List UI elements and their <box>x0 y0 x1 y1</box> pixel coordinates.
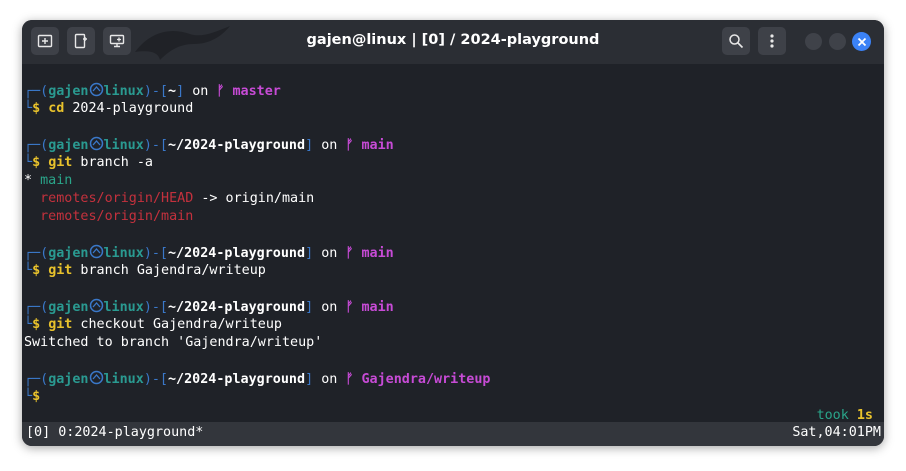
skull-icon <box>89 370 103 385</box>
branch-icon: ᚠ <box>345 246 354 261</box>
output-line: * main <box>24 173 73 188</box>
search-button[interactable] <box>722 27 750 55</box>
command-line[interactable]: └$ <box>24 388 40 406</box>
menu-button[interactable] <box>758 27 786 55</box>
prompt-line: ┌─(gajen linux)-[~/2024-playground] on ᚠ … <box>24 244 394 261</box>
tmux-status-bar: [0] 0:2024-playground* Sat,04:01PM <box>22 422 884 446</box>
minimize-button[interactable] <box>805 33 822 50</box>
prompt-line: ┌─(gajen linux)-[~/2024-playground] on ᚠ … <box>24 298 394 315</box>
output-line: remotes/origin/HEAD -> origin/main <box>40 191 315 206</box>
terminal-window: gajen@linux | [0] / 2024-playground ┌─(g… <box>22 20 884 446</box>
skull-icon <box>89 82 103 97</box>
command-line: └$ git branch Gajendra/writeup <box>24 263 266 278</box>
kebab-menu-icon <box>770 34 774 48</box>
prompt-line: ┌─(gajen linux)-[~/2024-playground] on ᚠ … <box>24 370 491 387</box>
maximize-button[interactable] <box>829 33 846 50</box>
search-icon <box>729 34 744 49</box>
skull-icon <box>89 136 103 151</box>
output-line: remotes/origin/main <box>40 209 194 224</box>
tmux-window-list[interactable]: [0] 0:2024-playground* <box>26 425 203 440</box>
branch-icon: ᚠ <box>345 372 354 387</box>
skull-icon <box>89 244 103 259</box>
title-bar[interactable]: gajen@linux | [0] / 2024-playground <box>22 20 884 64</box>
prompt-line: ┌─(gajen linux)-[~] on ᚠ master <box>24 82 281 99</box>
command-duration: took 1s <box>816 408 873 423</box>
close-button[interactable] <box>852 32 871 51</box>
command-line: └$ git branch -a <box>24 155 153 170</box>
prompt-line: ┌─(gajen linux)-[~/2024-playground] on ᚠ … <box>24 136 394 153</box>
command-line: └$ git checkout Gajendra/writeup <box>24 317 282 332</box>
branch-icon: ᚠ <box>216 84 225 99</box>
status-clock: Sat,04:01PM <box>792 425 881 440</box>
command-line: └$ cd 2024-playground <box>24 101 194 116</box>
skull-icon <box>89 298 103 313</box>
output-line: Switched to branch 'Gajendra/writeup' <box>24 335 323 350</box>
window-title: gajen@linux | [0] / 2024-playground <box>306 32 600 48</box>
close-icon <box>857 37 866 46</box>
branch-icon: ᚠ <box>345 138 354 153</box>
branch-icon: ᚠ <box>345 300 354 315</box>
